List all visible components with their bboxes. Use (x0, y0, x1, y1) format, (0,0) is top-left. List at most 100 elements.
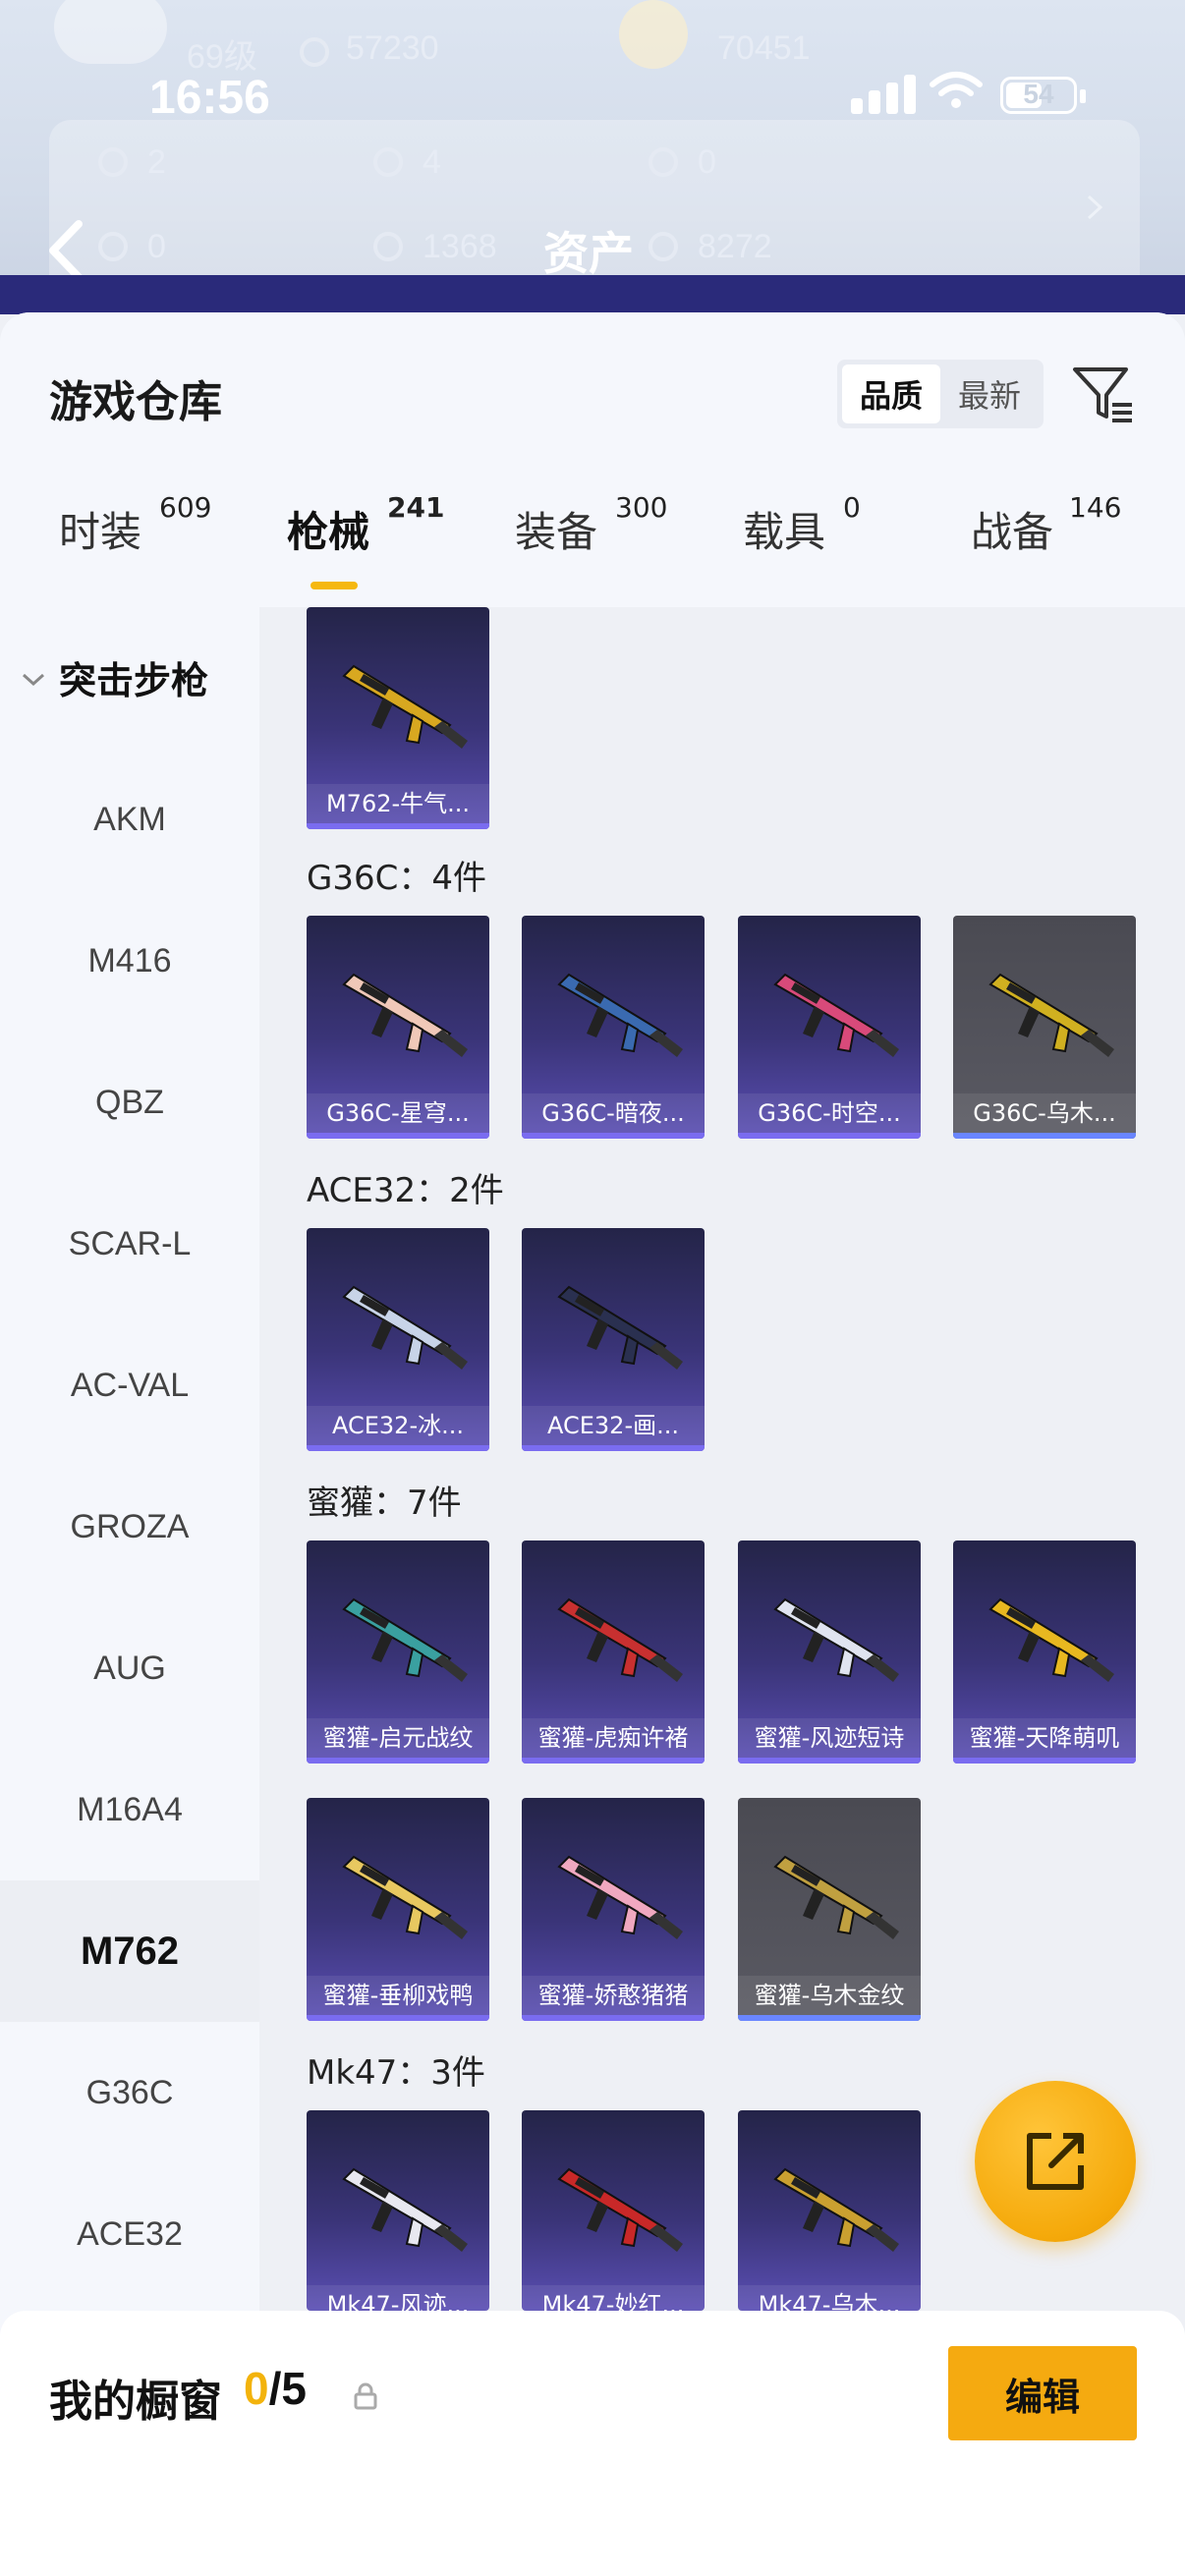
weapon-card-label: G36C-时空... (738, 1093, 921, 1133)
stat-value: 2 (147, 143, 166, 181)
sidebar-item-scar-l[interactable]: SCAR-L (0, 1173, 259, 1315)
stat-icon (373, 232, 403, 261)
weapon-skin-icon (557, 973, 683, 1057)
tab-equipment[interactable]: 装备 300 (515, 491, 667, 559)
sidebar-item-ac-val[interactable]: AC-VAL (0, 1315, 259, 1456)
weapon-card-label: M762-牛气... (307, 784, 489, 823)
sidebar-item-aug[interactable]: AUG (0, 1597, 259, 1739)
weapon-skin-icon (773, 973, 899, 1057)
weapon-skin-icon (773, 2167, 899, 2252)
rank-badge-icon (54, 0, 167, 64)
rarity-bar (522, 2015, 705, 2021)
sidebar-item-g36c[interactable]: G36C (0, 2022, 259, 2163)
rarity-bar (738, 2015, 921, 2021)
sort-latest-button[interactable]: 最新 (940, 364, 1039, 423)
tab-fashion[interactable]: 时装 609 (59, 491, 211, 559)
showcase-bar: 我的橱窗 0/5 编辑 (0, 2311, 1185, 2576)
share-button[interactable] (975, 2081, 1136, 2242)
tab-firearms[interactable]: 枪械 241 (287, 491, 444, 559)
player-points: 70451 (717, 29, 811, 67)
sidebar-item-qbz[interactable]: QBZ (0, 1032, 259, 1173)
tab-supplies[interactable]: 战备 146 (971, 491, 1121, 559)
edit-button[interactable]: 编辑 (948, 2346, 1137, 2440)
battery-icon: 54 (1000, 77, 1077, 114)
tab-label: 装备 (515, 508, 598, 556)
tab-count: 300 (615, 491, 668, 524)
sidebar-item-akm[interactable]: AKM (0, 749, 259, 890)
chevron-down-icon[interactable] (22, 672, 45, 688)
stat-value: 0 (147, 228, 166, 265)
stat-icon (98, 232, 128, 261)
weapon-card[interactable]: 蜜獾-垂柳戏鸭 (307, 1798, 489, 2021)
tab-label: 时装 (59, 508, 142, 556)
weapon-card[interactable]: Mk47-乌木... (738, 2110, 921, 2311)
sort-quality-button[interactable]: 品质 (842, 364, 940, 423)
weapon-skin-icon (557, 1855, 683, 1939)
group-title-mk47: Mk47：3件 (307, 2053, 485, 2093)
sidebar-item-m416[interactable]: M416 (0, 890, 259, 1032)
tab-count: 609 (159, 491, 212, 524)
weapon-card[interactable]: 蜜獾-虎痴许褚 (522, 1540, 705, 1764)
weapon-card[interactable]: 蜜獾-启元战纹 (307, 1540, 489, 1764)
rarity-bar (953, 1758, 1136, 1764)
group-title-mihuo: 蜜獾：7件 (307, 1484, 462, 1523)
sidebar-item-m16a4[interactable]: M16A4 (0, 1739, 259, 1880)
weapon-card[interactable]: G36C-乌木... (953, 916, 1136, 1139)
weapon-card[interactable]: 蜜獾-乌木金纹 (738, 1798, 921, 2021)
weapon-card-label: ACE32-冰... (307, 1406, 489, 1445)
warehouse-sheet: 游戏仓库 品质 最新 时装 609 枪械 241 装备 300 载具 0 战备 146 突… (0, 312, 1185, 2576)
weapon-card[interactable]: ACE32-冰... (307, 1228, 489, 1451)
weapon-card-label: Mk47-风迹... (307, 2285, 489, 2311)
rarity-bar (522, 1758, 705, 1764)
sidebar-item-groza[interactable]: GROZA (0, 1456, 259, 1597)
weapon-card[interactable]: G36C-暗夜... (522, 916, 705, 1139)
weapon-skin-icon (342, 2167, 468, 2252)
share-icon (1027, 2133, 1084, 2190)
weapon-skin-icon (557, 1285, 683, 1370)
tab-count: 241 (387, 491, 445, 524)
weapon-skin-icon (342, 664, 468, 749)
weapon-card[interactable]: 蜜獾-风迹短诗 (738, 1540, 921, 1764)
rarity-bar (307, 2015, 489, 2021)
lock-icon (354, 2382, 377, 2410)
stat-value: 0 (698, 143, 716, 181)
weapon-card[interactable]: 蜜獾-娇憨猪猪 (522, 1798, 705, 2021)
stat-value: 4 (423, 143, 441, 181)
chevron-right-icon[interactable] (1085, 193, 1104, 222)
rarity-bar (522, 1445, 705, 1451)
weapon-card[interactable]: G36C-时空... (738, 916, 921, 1139)
weapon-card-label: ACE32-画... (522, 1406, 705, 1445)
stat-value: 8272 (698, 228, 772, 265)
weapon-card[interactable]: M762-牛气... (307, 607, 489, 829)
weapon-card-label: G36C-星穹... (307, 1093, 489, 1133)
tab-vehicles[interactable]: 载具 0 (743, 491, 861, 559)
battery-level: 54 (1023, 79, 1054, 109)
weapon-skin-icon (342, 1285, 468, 1370)
sort-toggle: 品质 最新 (837, 360, 1044, 428)
weapon-card-label: 蜜獾-娇憨猪猪 (522, 1976, 705, 2015)
rarity-bar (307, 1445, 489, 1451)
tab-label: 枪械 (287, 508, 370, 556)
weapon-card-label: 蜜獾-垂柳戏鸭 (307, 1976, 489, 2015)
weapon-skin-icon (557, 2167, 683, 2252)
sidebar-category[interactable]: 突击步枪 (59, 650, 208, 704)
rarity-bar (307, 1133, 489, 1139)
stat-icon (649, 232, 678, 261)
weapon-card[interactable]: Mk47-妙红... (522, 2110, 705, 2311)
player-coins: 57230 (346, 29, 439, 67)
weapon-card-label: 蜜獾-虎痴许褚 (522, 1718, 705, 1758)
sidebar-item-m762[interactable]: M762 (0, 1880, 259, 2022)
weapon-skin-icon (988, 1597, 1114, 1682)
weapon-card[interactable]: Mk47-风迹... (307, 2110, 489, 2311)
sidebar-item-ace32[interactable]: ACE32 (0, 2163, 259, 2305)
weapon-card[interactable]: 蜜獾-天降萌叽 (953, 1540, 1136, 1764)
filter-icon[interactable] (1071, 364, 1136, 426)
weapon-skin-icon (773, 1855, 899, 1939)
battery-tip (1080, 89, 1086, 103)
weapon-card-label: 蜜獾-天降萌叽 (953, 1718, 1136, 1758)
weapon-card[interactable]: ACE32-画... (522, 1228, 705, 1451)
weapon-card[interactable]: G36C-星穹... (307, 916, 489, 1139)
back-arrow-icon[interactable] (41, 216, 90, 285)
rarity-bar (307, 1758, 489, 1764)
wifi-icon (930, 72, 983, 108)
